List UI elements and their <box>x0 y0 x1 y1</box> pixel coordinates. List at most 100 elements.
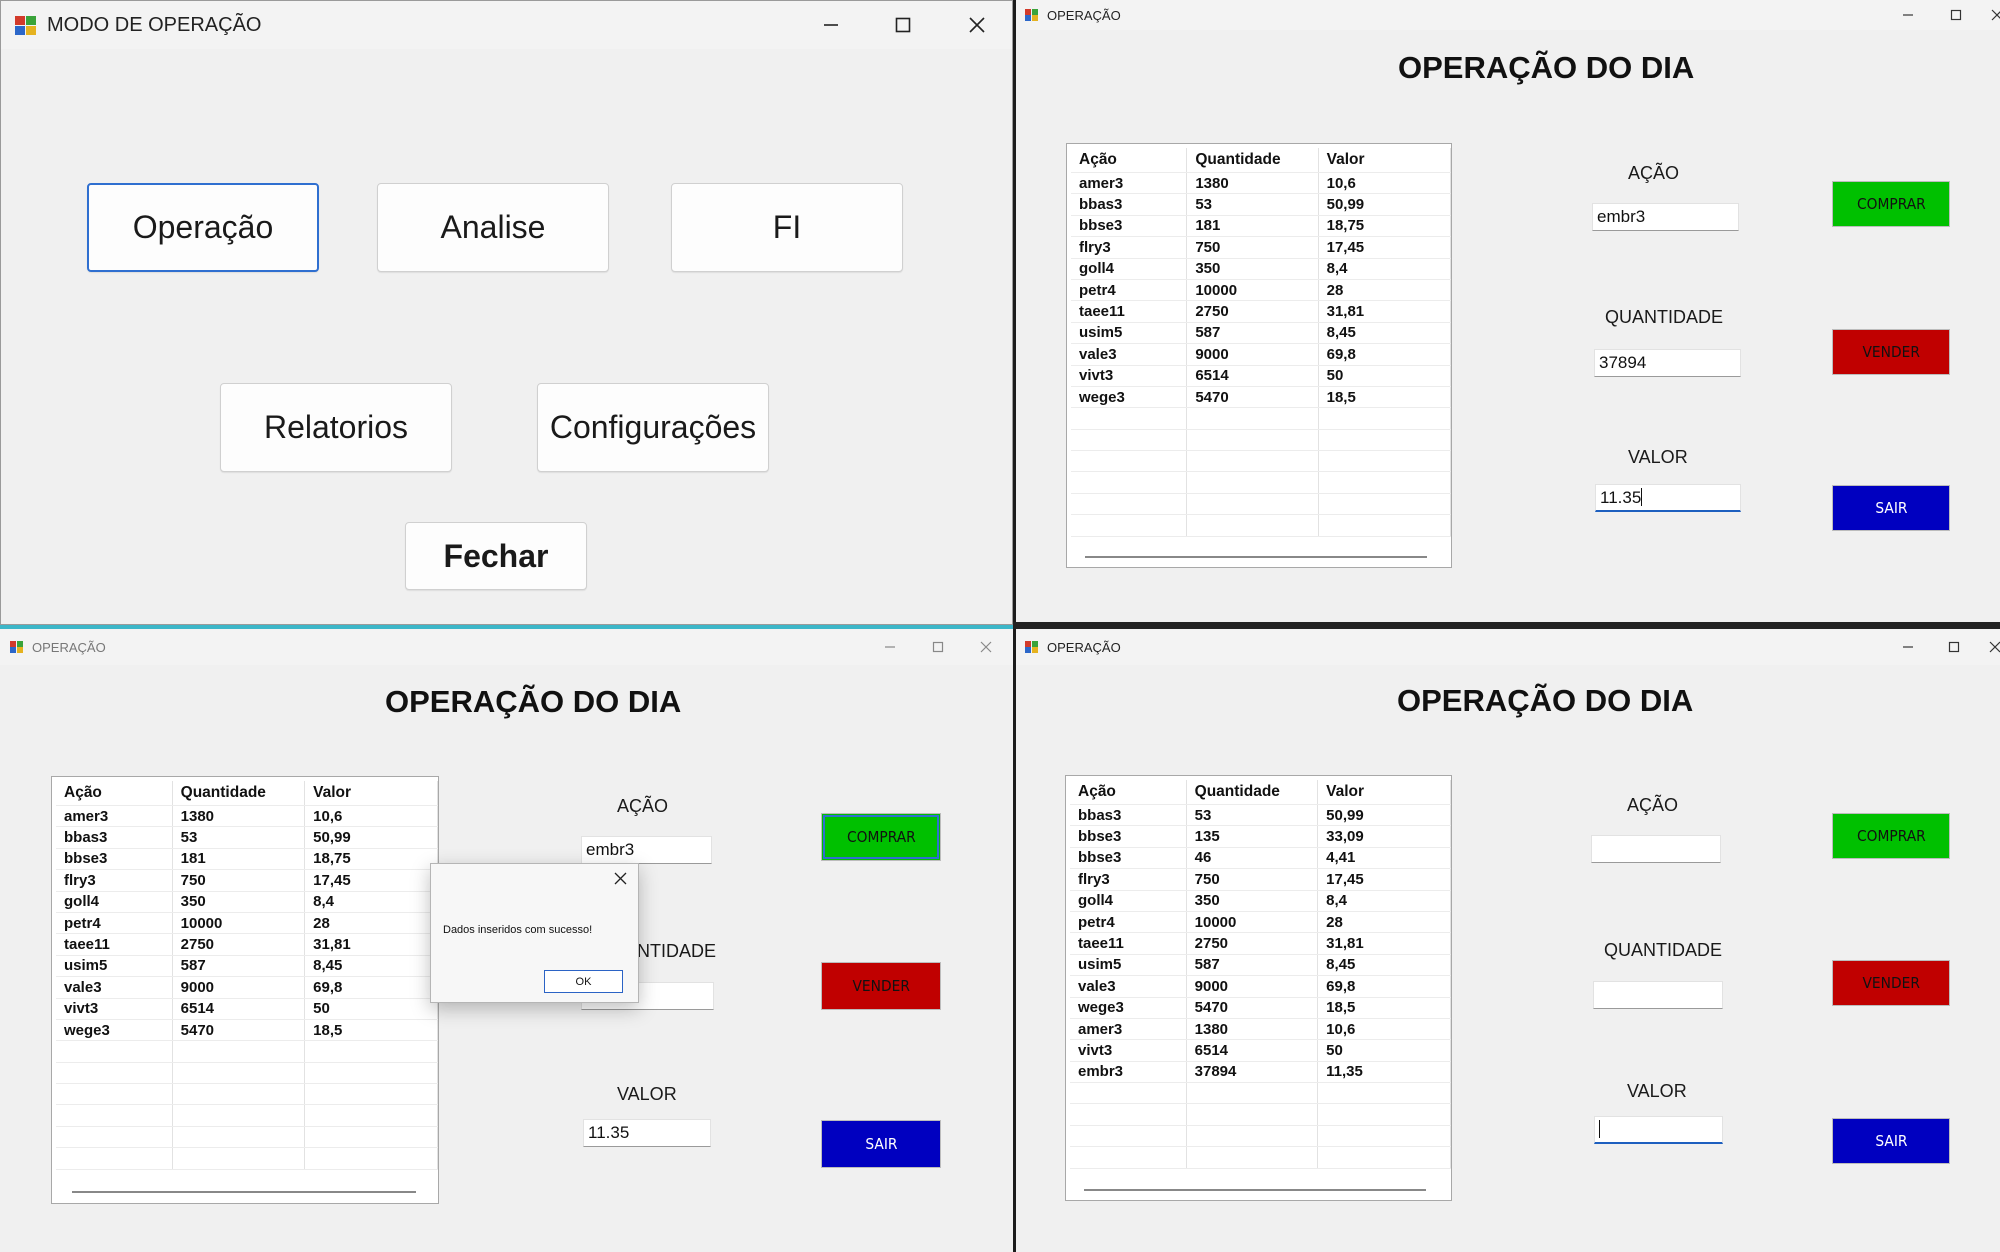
table-row[interactable]: petr4 10000 28 <box>1070 911 1451 934</box>
table-row[interactable]: embr3 37894 11,35 <box>1070 1061 1451 1084</box>
column-header-valor[interactable]: Valor <box>304 781 438 806</box>
close-icon[interactable] <box>966 629 1006 665</box>
column-header-quantidade[interactable]: Quantidade <box>1186 148 1319 173</box>
column-header-acao[interactable]: Ação <box>1071 148 1188 173</box>
table-row[interactable]: bbse3 181 18,75 <box>56 848 438 871</box>
table-row[interactable]: taee11 2750 31,81 <box>1071 300 1451 323</box>
column-header-acao[interactable]: Ação <box>1070 780 1187 805</box>
table-row[interactable]: taee11 2750 31,81 <box>56 933 438 956</box>
table-row[interactable]: flry3 750 17,45 <box>1070 868 1451 891</box>
table-row[interactable]: bbas3 53 50,99 <box>56 826 438 849</box>
analise-button[interactable]: Analise <box>377 183 609 272</box>
maximize-icon[interactable] <box>1936 0 1976 30</box>
operations-table[interactable]: Ação Quantidade Valor amer3 1380 10,6 bbas… <box>1066 143 1452 568</box>
acao-input[interactable]: embr3 <box>1592 203 1739 231</box>
table-row[interactable]: goll4 350 8,4 <box>56 891 438 913</box>
comprar-button[interactable]: COMPRAR <box>821 813 941 861</box>
comprar-button[interactable]: COMPRAR <box>1832 181 1950 227</box>
table-row[interactable]: usim5 587 8,45 <box>1071 322 1451 345</box>
column-header-valor[interactable]: Valor <box>1318 148 1451 173</box>
operations-table[interactable]: Ação Quantidade Valor amer3 1380 10,6 bbas… <box>51 776 439 1204</box>
vender-button[interactable]: VENDER <box>821 962 941 1010</box>
sair-button[interactable]: SAIR <box>1832 1118 1950 1164</box>
table-row[interactable]: amer3 1380 10,6 <box>1071 172 1451 195</box>
close-icon[interactable] <box>614 872 627 890</box>
relatorios-button[interactable]: Relatorios <box>220 383 452 472</box>
close-icon[interactable] <box>1982 0 2000 30</box>
table-row[interactable]: petr4 10000 28 <box>1071 279 1451 302</box>
table-row[interactable]: flry3 750 17,45 <box>56 869 438 892</box>
vender-button[interactable]: VENDER <box>1832 960 1950 1006</box>
table-row[interactable]: amer3 1380 10,6 <box>56 805 438 828</box>
quantidade-input[interactable]: 37894 <box>1594 349 1741 377</box>
column-header-quantidade[interactable]: Quantidade <box>1186 780 1319 805</box>
horizontal-scrollbar[interactable] <box>1084 1189 1426 1191</box>
minimize-icon[interactable] <box>1888 0 1928 30</box>
table-row[interactable]: vale3 9000 69,8 <box>1071 343 1451 366</box>
comprar-button[interactable]: COMPRAR <box>1832 813 1950 859</box>
column-header-quantidade[interactable]: Quantidade <box>172 781 306 806</box>
table-row[interactable]: wege3 5470 18,5 <box>56 1019 438 1042</box>
cell-quantidade: 2750 <box>1186 300 1319 323</box>
configuracoes-button[interactable]: Configurações <box>537 383 769 472</box>
close-icon[interactable] <box>1980 629 2000 665</box>
quantidade-input[interactable] <box>1593 981 1723 1009</box>
valor-input[interactable] <box>1594 1116 1723 1144</box>
table-row[interactable]: vivt3 6514 50 <box>1070 1039 1451 1062</box>
operacao-button[interactable]: Operação <box>87 183 319 272</box>
valor-label: VALOR <box>1628 447 1688 467</box>
table-row[interactable]: vivt3 6514 50 <box>1071 365 1451 387</box>
table-row[interactable]: amer3 1380 10,6 <box>1070 1018 1451 1041</box>
dialog-message: Dados inseridos com sucesso! <box>443 924 593 936</box>
minimize-icon[interactable] <box>803 1 859 49</box>
table-row[interactable]: vale3 9000 69,8 <box>1070 975 1451 998</box>
sair-button[interactable]: SAIR <box>1832 485 1950 531</box>
operation-window-bottom-right: OPERAÇÃO OPERAÇÃO DO DIA Ação Quantidade… <box>1016 629 2000 1252</box>
table-row[interactable]: vivt3 6514 50 <box>56 998 438 1020</box>
horizontal-scrollbar[interactable] <box>1085 556 1427 558</box>
acao-input[interactable]: embr3 <box>581 836 712 864</box>
cell-quantidade: 587 <box>172 955 306 978</box>
table-row[interactable]: bbse3 181 18,75 <box>1071 215 1451 238</box>
table-row[interactable]: goll4 350 8,4 <box>1070 890 1451 912</box>
close-icon[interactable] <box>949 1 1005 49</box>
table-row[interactable]: bbse3 46 4,41 <box>1070 847 1451 870</box>
valor-input[interactable]: 11.35 <box>583 1119 711 1147</box>
table-row[interactable]: wege3 5470 18,5 <box>1070 997 1451 1019</box>
table-row[interactable]: wege3 5470 18,5 <box>1071 386 1451 409</box>
vender-button[interactable]: VENDER <box>1832 329 1950 375</box>
minimize-icon[interactable] <box>1888 629 1928 665</box>
column-header-valor[interactable]: Valor <box>1317 780 1451 805</box>
cell-acao: bbas3 <box>1070 804 1187 827</box>
sair-button[interactable]: SAIR <box>821 1120 941 1168</box>
horizontal-scrollbar[interactable] <box>72 1191 416 1193</box>
table-row[interactable]: usim5 587 8,45 <box>1070 954 1451 977</box>
maximize-icon[interactable] <box>1934 629 1974 665</box>
maximize-icon[interactable] <box>875 1 931 49</box>
fechar-button[interactable]: Fechar <box>405 522 587 590</box>
maximize-icon[interactable] <box>918 629 958 665</box>
table-row[interactable]: taee11 2750 31,81 <box>1070 932 1451 955</box>
table-row[interactable]: usim5 587 8,45 <box>56 955 438 978</box>
table-row[interactable]: bbas3 53 50,99 <box>1070 804 1451 827</box>
table-row[interactable]: bbas3 53 50,99 <box>1071 193 1451 216</box>
cell-valor: 50,99 <box>1318 193 1451 216</box>
comprar-button-label: COMPRAR <box>1856 827 1926 845</box>
empty-row <box>56 1147 438 1170</box>
table-row[interactable]: flry3 750 17,45 <box>1071 236 1451 259</box>
table-row[interactable]: bbse3 135 33,09 <box>1070 825 1451 848</box>
valor-input[interactable]: 11.35 <box>1595 484 1741 512</box>
cell-acao: wege3 <box>1071 386 1188 409</box>
main-menu-window: MODO DE OPERAÇÃO Operação Analise FI Rel… <box>0 0 1013 625</box>
cell-quantidade: 9000 <box>1186 975 1319 998</box>
ok-button[interactable]: OK <box>544 970 623 993</box>
table-row[interactable]: goll4 350 8,4 <box>1071 258 1451 280</box>
operations-table[interactable]: Ação Quantidade Valor bbas3 53 50,99 bbse3… <box>1065 775 1452 1201</box>
table-row[interactable]: vale3 9000 69,8 <box>56 976 438 999</box>
table-row[interactable]: petr4 10000 28 <box>56 912 438 935</box>
column-header-acao[interactable]: Ação <box>56 781 173 806</box>
minimize-icon[interactable] <box>870 629 910 665</box>
acao-input[interactable] <box>1591 835 1721 863</box>
cell-acao: usim5 <box>1070 954 1187 977</box>
fi-button[interactable]: FI <box>671 183 903 272</box>
